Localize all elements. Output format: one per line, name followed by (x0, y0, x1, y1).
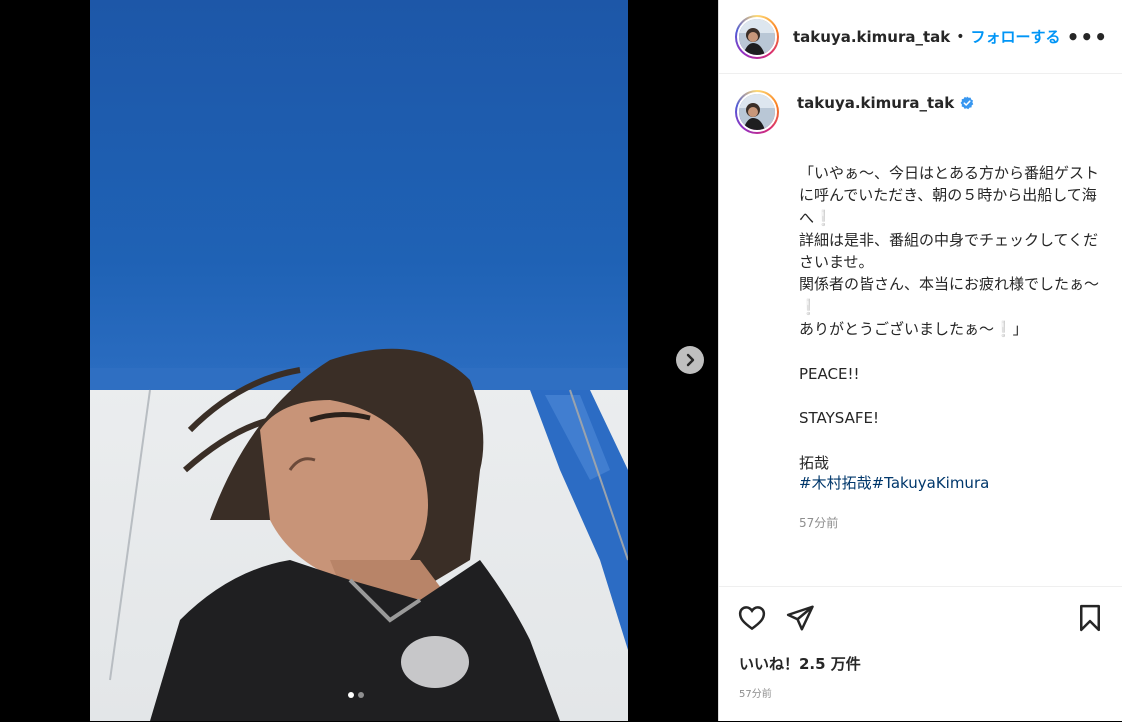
bookmark-icon[interactable] (1075, 603, 1105, 633)
post-sidebar: takuya.kimura_tak • フォローする ••• takuya.ki… (718, 0, 1122, 721)
carousel-indicator (348, 692, 364, 698)
caption-timestamp: 57分前 (799, 516, 839, 530)
caption-username-row: takuya.kimura_tak (797, 94, 974, 112)
carousel-dot (358, 692, 364, 698)
follow-button[interactable]: フォローする (971, 26, 1061, 47)
hashtag-link[interactable]: #木村拓哉 (799, 474, 872, 492)
post-media (0, 0, 718, 721)
header-username[interactable]: takuya.kimura_tak (793, 28, 950, 46)
caption-avatar[interactable] (735, 90, 779, 134)
post-photo[interactable] (90, 0, 628, 721)
more-options-icon[interactable]: ••• (1067, 25, 1108, 49)
hashtag-link[interactable]: #TakuyaKimura (872, 474, 990, 492)
carousel-dot-active (348, 692, 354, 698)
caption-username[interactable]: takuya.kimura_tak (797, 94, 954, 112)
next-slide-button[interactable] (676, 346, 704, 374)
like-count[interactable]: いいね！2.5 万件 (739, 653, 861, 674)
paper-plane-icon[interactable] (785, 603, 815, 633)
chevron-right-icon (686, 353, 695, 367)
avatar-photo (739, 18, 775, 55)
post-timestamp: 57分前 (739, 689, 772, 700)
verified-badge-icon (960, 96, 974, 110)
photo-illustration (90, 0, 628, 721)
post-header: takuya.kimura_tak • フォローする ••• (719, 0, 1122, 74)
heart-icon[interactable] (737, 603, 767, 633)
header-separator: • (956, 28, 965, 45)
avatar[interactable] (735, 14, 779, 59)
hashtag-list: #木村拓哉#TakuyaKimura (799, 472, 989, 493)
avatar-photo (739, 94, 775, 130)
post-actions: いいね！2.5 万件 57分前 (719, 586, 1122, 722)
caption-text: 「いやぁ～、今日はとある方から番組ゲストに呼んでいただき、朝の５時から出船して海… (799, 164, 1100, 472)
